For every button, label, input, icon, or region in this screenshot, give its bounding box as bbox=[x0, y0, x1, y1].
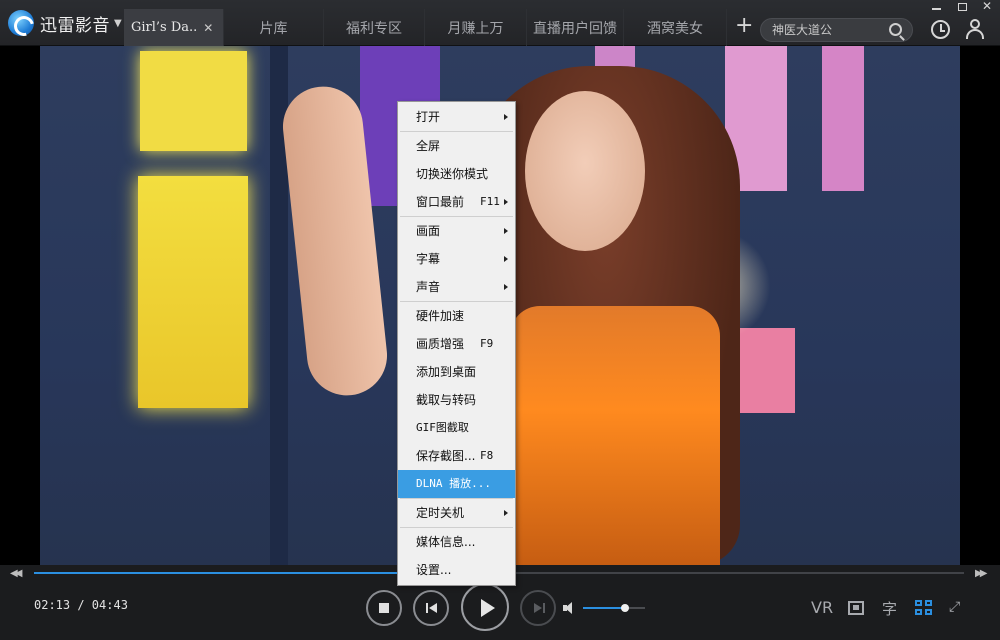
search-box bbox=[760, 18, 913, 42]
maximize-button[interactable] bbox=[954, 0, 972, 14]
player-window: 迅雷影音 ▼ Girl’s Da.. ✕ 片库 福利专区 月赚上万 直播用户回馈… bbox=[0, 0, 1000, 640]
app-title: 迅雷影音 bbox=[40, 15, 110, 36]
context-menu: 打开全屏切换迷你模式 窗口最前 F11 画面字幕声音硬件加速画质增强 F9 添加到桌面截取… bbox=[397, 101, 516, 586]
menu-item-label: 窗口最前 bbox=[416, 195, 465, 209]
menu-item[interactable]: 截取与转码 bbox=[398, 386, 515, 414]
menu-item-label: 全屏 bbox=[416, 139, 441, 153]
previous-button[interactable] bbox=[413, 590, 449, 626]
menu-item-label: 打开 bbox=[416, 110, 441, 124]
menu-item-shortcut: F8 bbox=[480, 449, 494, 462]
menu-item-label: 切换迷你模式 bbox=[416, 167, 489, 181]
menu-item[interactable]: 媒体信息... bbox=[398, 528, 515, 556]
menu-item-label: DLNA 播放... bbox=[416, 477, 491, 490]
tab-bar: Girl’s Da.. ✕ 片库 福利专区 月赚上万 直播用户回馈 酒窝美女 bbox=[124, 9, 727, 46]
previous-icon bbox=[429, 603, 437, 613]
menu-item-label: 声音 bbox=[416, 280, 441, 294]
menu-item-shortcut: F11 bbox=[480, 195, 500, 208]
play-button[interactable] bbox=[461, 583, 509, 631]
app-menu-button[interactable]: 迅雷影音 ▼ bbox=[8, 10, 122, 36]
menu-item[interactable]: 画面 bbox=[398, 217, 515, 245]
tab-welfare[interactable]: 福利专区 bbox=[324, 9, 425, 46]
menu-item[interactable]: 窗口最前 F11 bbox=[398, 188, 515, 216]
menu-item[interactable]: 硬件加速 bbox=[398, 302, 515, 330]
menu-item[interactable]: 设置... bbox=[398, 556, 515, 584]
stop-icon bbox=[379, 603, 389, 613]
fast-forward-icon[interactable]: ▶▶ bbox=[975, 568, 988, 579]
tab-label: 直播用户回馈 bbox=[533, 20, 617, 37]
close-icon[interactable]: ✕ bbox=[203, 21, 213, 35]
menu-item-label: 媒体信息... bbox=[416, 535, 476, 549]
menu-item[interactable]: 保存截图... F8 bbox=[398, 442, 515, 470]
volume-fill bbox=[583, 607, 626, 609]
menu-item-label: 添加到桌面 bbox=[416, 365, 477, 379]
search-input[interactable] bbox=[772, 23, 884, 37]
screen-ratio-icon[interactable] bbox=[848, 601, 864, 615]
volume-knob[interactable] bbox=[621, 604, 630, 612]
menu-item-label: GIF图截取 bbox=[416, 421, 469, 434]
title-bar: 迅雷影音 ▼ Girl’s Da.. ✕ 片库 福利专区 月赚上万 直播用户回馈… bbox=[0, 0, 1000, 46]
speaker-icon[interactable] bbox=[563, 602, 577, 614]
tab-label: 福利专区 bbox=[346, 20, 402, 37]
tab-dimple-beauty[interactable]: 酒窝美女 bbox=[624, 9, 727, 46]
menu-item-label: 画质增强 bbox=[416, 337, 465, 351]
menu-item-label: 截取与转码 bbox=[416, 393, 477, 407]
play-icon bbox=[481, 599, 495, 617]
menu-item[interactable]: 全屏 bbox=[398, 132, 515, 160]
tab-label: 月赚上万 bbox=[447, 20, 504, 37]
tab-earn[interactable]: 月赚上万 bbox=[425, 9, 527, 46]
menu-item-label: 定时关机 bbox=[416, 506, 465, 520]
menu-item[interactable]: DLNA 播放... bbox=[398, 470, 515, 498]
tab-now-playing[interactable]: Girl’s Da.. ✕ bbox=[124, 9, 224, 46]
rewind-icon[interactable]: ◀◀ bbox=[10, 568, 23, 579]
menu-item[interactable]: 添加到桌面 bbox=[398, 358, 515, 386]
submenu-arrow-icon bbox=[504, 510, 508, 516]
menu-item-label: 字幕 bbox=[416, 252, 441, 266]
time-display: 02:13 / 04:43 bbox=[34, 598, 128, 612]
playlist-icon[interactable] bbox=[915, 600, 933, 616]
menu-item-label: 硬件加速 bbox=[416, 309, 465, 323]
menu-item-label: 保存截图... bbox=[416, 449, 476, 463]
next-icon bbox=[534, 603, 542, 613]
tab-label: Girl’s Da.. bbox=[131, 20, 198, 35]
chevron-down-icon: ▼ bbox=[114, 17, 122, 29]
menu-item[interactable]: 字幕 bbox=[398, 245, 515, 273]
subtitle-button[interactable]: 字 bbox=[882, 598, 897, 619]
menu-item-label: 设置... bbox=[416, 563, 452, 577]
menu-item-shortcut: F9 bbox=[480, 337, 494, 350]
tab-library[interactable]: 片库 bbox=[224, 9, 324, 46]
submenu-arrow-icon bbox=[504, 256, 508, 262]
search-icon[interactable] bbox=[889, 23, 902, 36]
add-tab-button[interactable]: + bbox=[735, 14, 753, 38]
menu-item[interactable]: 打开 bbox=[398, 103, 515, 131]
menu-item[interactable]: 画质增强 F9 bbox=[398, 330, 515, 358]
volume-slider[interactable] bbox=[583, 604, 645, 612]
menu-item[interactable]: 声音 bbox=[398, 273, 515, 301]
submenu-arrow-icon bbox=[504, 114, 508, 120]
menu-item[interactable]: 定时关机 bbox=[398, 499, 515, 527]
close-window-button[interactable]: ✕ bbox=[978, 0, 996, 14]
submenu-arrow-icon bbox=[504, 199, 508, 205]
vr-button[interactable]: VR bbox=[811, 598, 833, 617]
clock-history-icon[interactable] bbox=[931, 20, 950, 39]
next-button[interactable] bbox=[520, 590, 556, 626]
menu-item[interactable]: 切换迷你模式 bbox=[398, 160, 515, 188]
user-icon[interactable] bbox=[965, 19, 985, 40]
submenu-arrow-icon bbox=[504, 284, 508, 290]
tab-live-feedback[interactable]: 直播用户回馈 bbox=[527, 9, 624, 46]
xunlei-logo-icon bbox=[8, 10, 34, 36]
submenu-arrow-icon bbox=[504, 228, 508, 234]
control-bar: 02:13 / 04:43 VR 字 ⤢ bbox=[0, 581, 1000, 640]
tab-label: 片库 bbox=[259, 20, 288, 37]
tab-label: 酒窝美女 bbox=[647, 20, 703, 37]
menu-item-label: 画面 bbox=[416, 224, 441, 238]
minimize-button[interactable] bbox=[928, 0, 946, 14]
menu-item[interactable]: GIF图截取 bbox=[398, 414, 515, 442]
expand-icon[interactable]: ⤢ bbox=[949, 600, 965, 616]
stop-button[interactable] bbox=[366, 590, 402, 626]
